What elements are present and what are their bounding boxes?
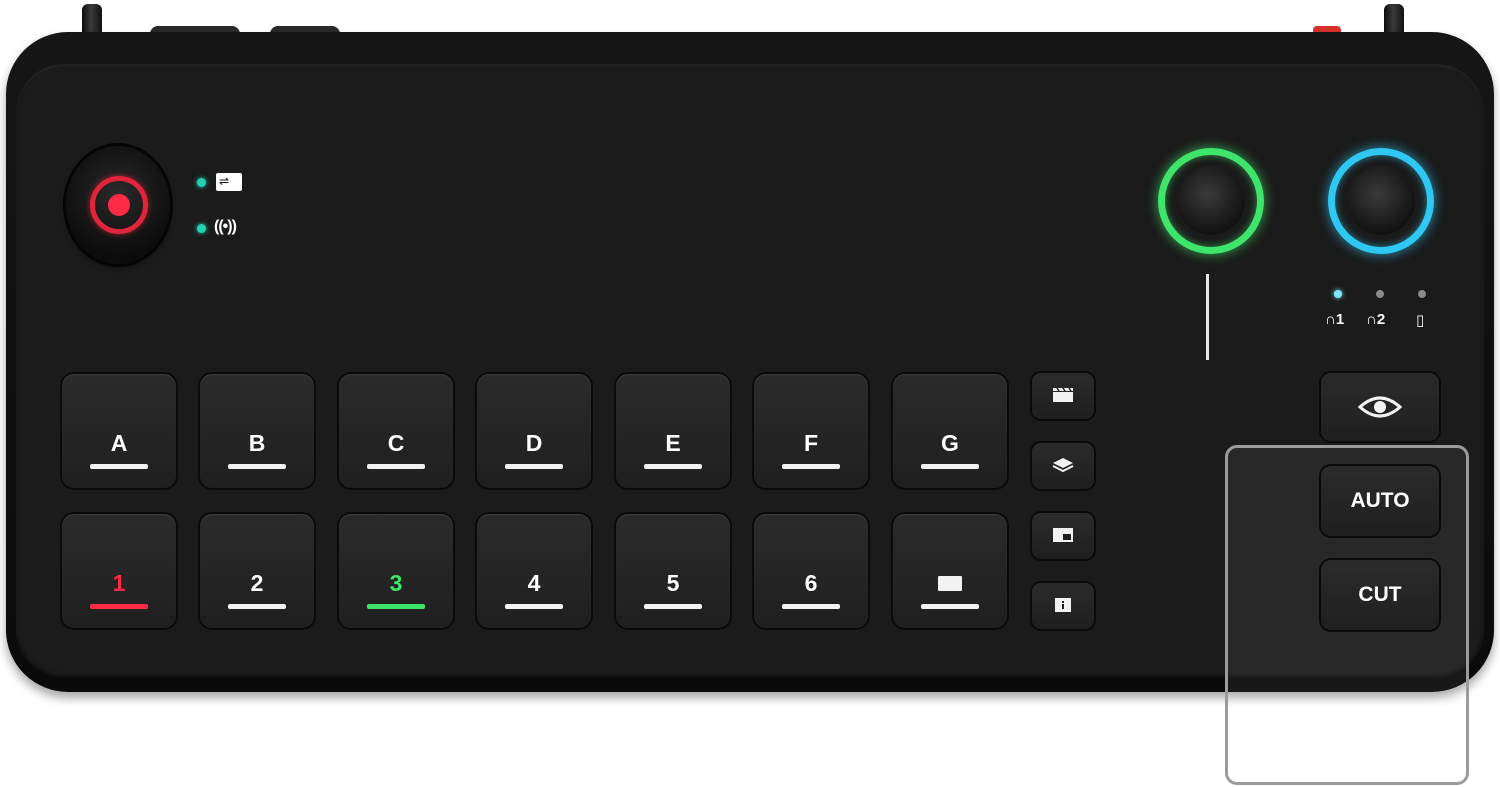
record-icon: [90, 176, 148, 234]
program-key-5[interactable]: 5: [616, 514, 730, 628]
preview-key-e[interactable]: E: [616, 374, 730, 488]
scene-clapper-icon: [1053, 387, 1073, 402]
program-key-2[interactable]: 2: [200, 514, 314, 628]
cut-button[interactable]: CUT: [1321, 560, 1439, 630]
volume-knob[interactable]: [1158, 148, 1264, 254]
headphones-icon: ∩1: [1325, 311, 1345, 328]
preview-key-c[interactable]: C: [339, 374, 453, 488]
pip-button[interactable]: [1032, 513, 1094, 559]
program-key-1[interactable]: 1: [62, 514, 176, 628]
preview-key-a[interactable]: A: [62, 374, 176, 488]
fader-indicator: [1206, 274, 1209, 360]
monitor-knob[interactable]: [1328, 148, 1434, 254]
preview-key-b[interactable]: B: [200, 374, 314, 488]
output-led-3: [1418, 290, 1426, 298]
output-led-2: [1376, 290, 1384, 298]
layers-button[interactable]: [1032, 443, 1094, 489]
eye-icon: [1358, 396, 1402, 418]
record-button[interactable]: [66, 146, 170, 264]
scene-button[interactable]: [1032, 373, 1094, 419]
preview-key-g[interactable]: G: [893, 374, 1007, 488]
usb-status-led: [197, 178, 206, 187]
picture-in-picture-icon: [1053, 528, 1073, 542]
speaker-icon: ▯: [1416, 312, 1425, 329]
fullscreen-icon: [938, 576, 962, 591]
preview-button[interactable]: [1321, 373, 1439, 441]
usb-icon: ⇌: [216, 173, 242, 191]
program-key-6[interactable]: 6: [754, 514, 868, 628]
preview-key-d[interactable]: D: [477, 374, 591, 488]
program-key-3[interactable]: 3: [339, 514, 453, 628]
headphones-icon: ∩2: [1366, 311, 1386, 328]
auto-button[interactable]: AUTO: [1321, 466, 1439, 536]
program-key-fullscreen[interactable]: [893, 514, 1007, 628]
program-key-4[interactable]: 4: [477, 514, 591, 628]
wireless-status-led: [197, 224, 206, 233]
layers-icon: [1052, 458, 1074, 473]
preview-key-f[interactable]: F: [754, 374, 868, 488]
wireless-icon: ((•)): [214, 218, 237, 235]
info-button[interactable]: [1032, 583, 1094, 629]
output-led-1: [1334, 290, 1342, 298]
info-icon: [1055, 598, 1071, 612]
